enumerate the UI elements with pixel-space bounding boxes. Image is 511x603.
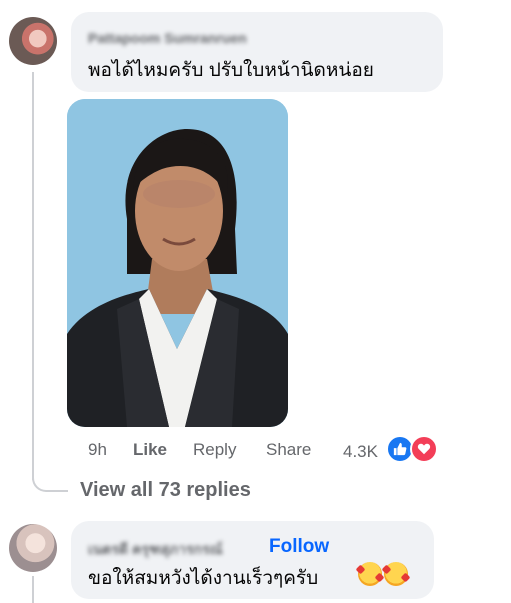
comment-timestamp[interactable]: 9h [88, 440, 107, 460]
portrait-image [67, 99, 288, 427]
thread-connector-line-lower [32, 576, 34, 603]
comment-author[interactable]: เนตรดี ครุฑสุภารกรณ์ [88, 539, 223, 561]
smiling-face-with-hearts-icon [384, 562, 408, 586]
thread-connector-curve [32, 468, 68, 492]
reaction-summary[interactable] [386, 435, 442, 463]
comment-author[interactable]: Pattapoom Sumranruen [88, 30, 247, 46]
emoji-group [358, 562, 408, 586]
comment-text: พอได้ไหมครับ ปรับใบหน้านิดหน่อย [88, 60, 374, 81]
reaction-count[interactable]: 4.3K [343, 442, 378, 462]
smiling-face-with-hearts-icon [358, 562, 382, 586]
thread-connector-line [32, 72, 34, 480]
comment-photo[interactable] [67, 99, 288, 427]
share-button[interactable]: Share [266, 440, 311, 460]
follow-button[interactable]: Follow [269, 536, 329, 558]
avatar[interactable] [9, 524, 57, 572]
view-replies-link[interactable]: View all 73 replies [80, 479, 251, 502]
like-button[interactable]: Like [133, 440, 167, 460]
avatar[interactable] [9, 17, 57, 65]
reply-button[interactable]: Reply [193, 440, 236, 460]
comment-text: ขอให้สมหวังได้งานเร็วๆครับ [88, 568, 319, 589]
love-reaction-icon [410, 435, 438, 463]
